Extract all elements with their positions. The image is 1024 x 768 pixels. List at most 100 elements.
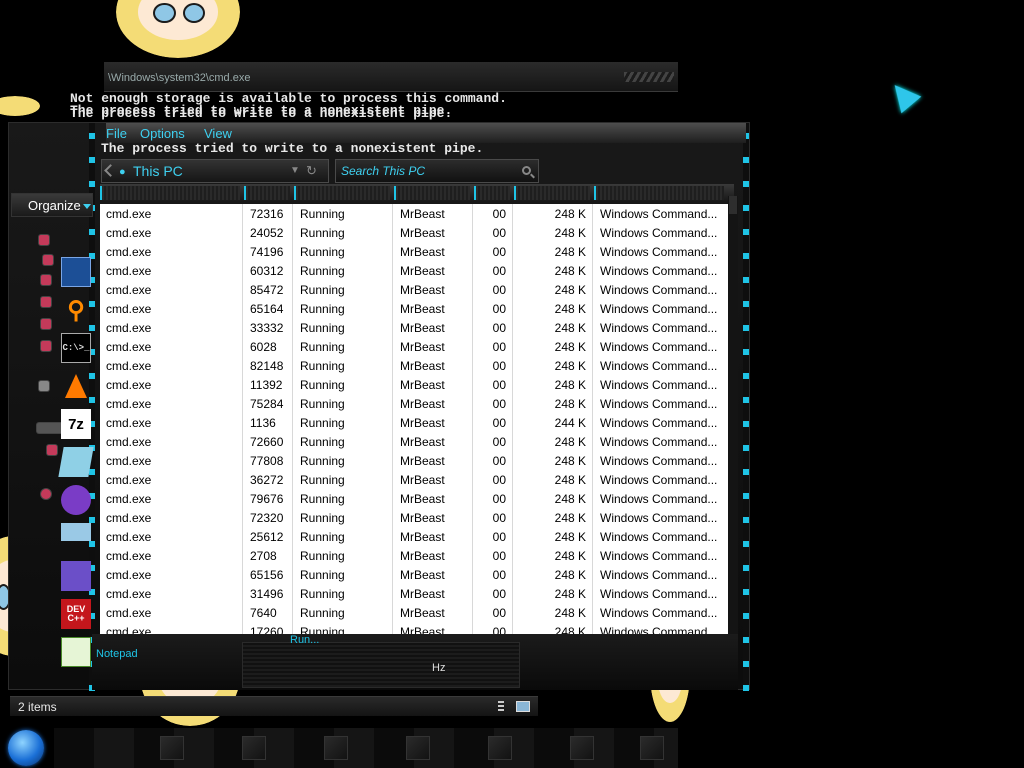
nav-item-icon[interactable] xyxy=(41,341,51,351)
table-row[interactable]: cmd.exe 25612 Running MrBeast 00 248 K Windows… xyxy=(100,527,734,546)
scrollbar-thumb[interactable] xyxy=(729,196,737,214)
organize-button[interactable]: Organize xyxy=(11,193,93,217)
table-row[interactable]: cmd.exe 82148 Running MrBeast 00 248 K Windows… xyxy=(100,356,734,375)
table-row[interactable]: cmd.exe 79676 Running MrBeast 00 248 K Windows… xyxy=(100,489,734,508)
screen-icon[interactable] xyxy=(61,257,91,287)
chevron-down-icon[interactable]: ▼ xyxy=(290,165,300,176)
table-row[interactable]: cmd.exe 72320 Running MrBeast 00 248 K Windows… xyxy=(100,508,734,527)
cell-pid: 65156 xyxy=(250,568,284,582)
notepad-label[interactable]: Notepad xyxy=(96,648,138,660)
table-row[interactable]: cmd.exe 31496 Running MrBeast 00 248 K Windows… xyxy=(100,584,734,603)
cell-mem: 248 K xyxy=(554,207,586,221)
7zip-icon[interactable]: 7z xyxy=(61,409,91,439)
column-header-description[interactable] xyxy=(594,186,724,200)
details-view-icon[interactable] xyxy=(498,701,504,713)
table-row[interactable]: cmd.exe 17260 Running MrBeast 00 248 K Windows… xyxy=(100,622,734,634)
menu-file[interactable]: File xyxy=(106,126,127,141)
cell-user: MrBeast xyxy=(400,359,445,373)
taskbar-app-icon[interactable] xyxy=(324,736,348,760)
magnifier-icon[interactable]: ⚲ xyxy=(61,295,91,325)
taskbar-app-icon[interactable] xyxy=(160,736,184,760)
table-row[interactable]: cmd.exe 1136 Running MrBeast 00 244 K Windows … xyxy=(100,413,734,432)
column-header-status[interactable] xyxy=(294,186,390,200)
cell-desc: Windows Command... xyxy=(600,359,718,373)
column-header-name[interactable] xyxy=(100,186,240,200)
cell-pid: 2708 xyxy=(250,549,277,563)
cell-desc: Windows Command... xyxy=(600,492,718,506)
taskbar-app-icon[interactable] xyxy=(406,736,430,760)
table-row[interactable]: cmd.exe 72316 Running MrBeast 00 248 K Windows… xyxy=(100,204,734,223)
table-row[interactable]: cmd.exe 74196 Running MrBeast 00 248 K Windows… xyxy=(100,242,734,261)
nav-item-icon[interactable] xyxy=(39,235,49,245)
start-orb-icon[interactable] xyxy=(8,730,44,766)
search-input[interactable] xyxy=(341,163,511,179)
notebook-icon[interactable] xyxy=(58,447,94,477)
table-row[interactable]: cmd.exe 60312 Running MrBeast 00 248 K Windows… xyxy=(100,261,734,280)
cell-name: cmd.exe xyxy=(106,340,152,354)
cell-desc: Windows Command... xyxy=(600,625,718,634)
title-grip-icon xyxy=(624,72,674,82)
table-scrollbar[interactable] xyxy=(728,196,738,636)
column-header-pid[interactable] xyxy=(244,186,290,200)
table-row[interactable]: cmd.exe 7640 Running MrBeast 00 248 K Windows … xyxy=(100,603,734,622)
cmd-title-bar[interactable]: \Windows\system32\cmd.exe xyxy=(104,62,678,92)
cell-name: cmd.exe xyxy=(106,283,152,297)
table-row[interactable]: cmd.exe 2708 Running MrBeast 00 248 K Windows … xyxy=(100,546,734,565)
column-header-user[interactable] xyxy=(394,186,470,200)
cell-status: Running xyxy=(300,245,345,259)
address-location: This PC xyxy=(133,163,183,179)
menu-options[interactable]: Options xyxy=(140,126,185,141)
notepadpp-icon[interactable] xyxy=(61,637,91,667)
table-row[interactable]: cmd.exe 75284 Running MrBeast 00 248 K Windows… xyxy=(100,394,734,413)
address-bar[interactable]: ● This PC ▼ ↻ xyxy=(101,159,329,183)
table-row[interactable]: cmd.exe 65164 Running MrBeast 00 248 K Windows… xyxy=(100,299,734,318)
run-label[interactable]: Run... xyxy=(290,634,319,646)
menu-view[interactable]: View xyxy=(204,126,232,141)
nav-item-icon[interactable] xyxy=(41,297,51,307)
table-row[interactable]: cmd.exe 33332 Running MrBeast 00 248 K Windows… xyxy=(100,318,734,337)
mask-icon[interactable] xyxy=(61,485,91,515)
table-row[interactable]: cmd.exe 6028 Running MrBeast 00 248 K Windows … xyxy=(100,337,734,356)
cell-status: Running xyxy=(300,454,345,468)
column-header-cpu[interactable] xyxy=(474,186,510,200)
visual-studio-icon[interactable] xyxy=(61,561,91,591)
cell-cpu: 00 xyxy=(492,397,506,411)
usb-icon[interactable] xyxy=(61,523,91,541)
nav-item-icon[interactable] xyxy=(43,255,53,265)
taskbar-app-icon[interactable] xyxy=(640,736,664,760)
cell-cpu: 00 xyxy=(492,511,506,525)
nav-item-icon[interactable] xyxy=(47,445,57,455)
table-row[interactable]: cmd.exe 24052 Running MrBeast 00 248 K Windows… xyxy=(100,223,734,242)
taskbar-app-icon[interactable] xyxy=(570,736,594,760)
table-row[interactable]: cmd.exe 36272 Running MrBeast 00 248 K Windows… xyxy=(100,470,734,489)
table-row[interactable]: cmd.exe 85472 Running MrBeast 00 248 K Windows… xyxy=(100,280,734,299)
table-row[interactable]: cmd.exe 65156 Running MrBeast 00 248 K Windows… xyxy=(100,565,734,584)
table-row[interactable]: cmd.exe 11392 Running MrBeast 00 248 K Windows… xyxy=(100,375,734,394)
cell-status: Running xyxy=(300,568,345,582)
refresh-icon[interactable]: ↻ xyxy=(306,163,317,179)
large-icons-view-icon[interactable] xyxy=(516,701,530,712)
cell-status: Running xyxy=(300,587,345,601)
chevron-down-icon xyxy=(83,204,91,209)
cell-pid: 33332 xyxy=(250,321,284,335)
search-icon[interactable] xyxy=(522,166,531,175)
table-row[interactable]: cmd.exe 77808 Running MrBeast 00 248 K Windows… xyxy=(100,451,734,470)
taskbar-app-icon[interactable] xyxy=(488,736,512,760)
nav-item-icon[interactable] xyxy=(41,319,51,329)
table-row[interactable]: cmd.exe 72660 Running MrBeast 00 248 K Windows… xyxy=(100,432,734,451)
record-icon[interactable] xyxy=(41,489,51,499)
cell-mem: 248 K xyxy=(554,378,586,392)
back-arrow-icon[interactable] xyxy=(104,164,117,177)
cell-mem: 248 K xyxy=(554,226,586,240)
cmd-icon[interactable]: C:\>_ xyxy=(61,333,91,363)
search-box[interactable] xyxy=(335,159,539,183)
nav-item-icon[interactable] xyxy=(41,275,51,285)
devcpp-icon[interactable]: DEV C++ xyxy=(61,599,91,629)
column-header-memory[interactable] xyxy=(514,186,590,200)
taskbar-app-icon[interactable] xyxy=(242,736,266,760)
cell-user: MrBeast xyxy=(400,245,445,259)
network-icon[interactable] xyxy=(39,381,49,391)
cell-status: Running xyxy=(300,473,345,487)
cell-user: MrBeast xyxy=(400,530,445,544)
vlc-icon[interactable] xyxy=(61,371,91,401)
